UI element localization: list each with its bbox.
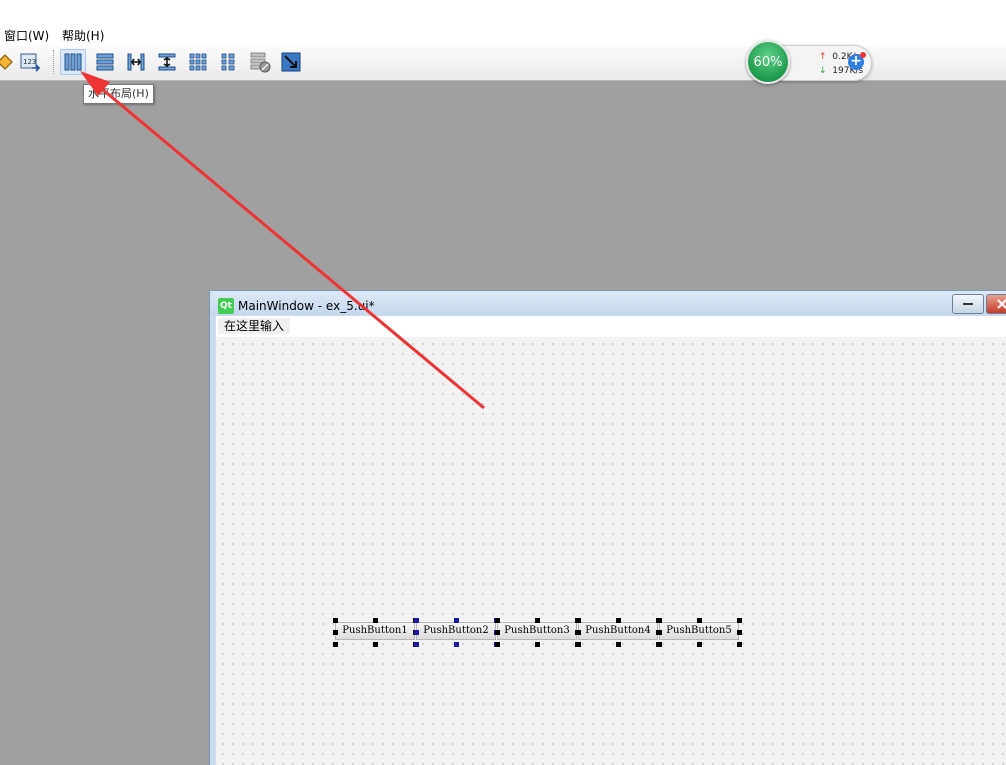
tooltip: 水平布局(H) — [83, 84, 154, 104]
layout-horizontal-splitter-icon[interactable] — [123, 49, 149, 75]
selection-handle[interactable] — [616, 618, 621, 623]
layout-vertical-splitter-icon[interactable] — [154, 49, 180, 75]
close-icon — [997, 299, 1006, 309]
toolbar-separator — [53, 50, 54, 74]
layout-horizontal-icon[interactable] — [60, 49, 86, 75]
tab-order-icon[interactable]: 123 — [17, 49, 43, 75]
selection-handle[interactable] — [697, 618, 702, 623]
selection-handle[interactable] — [414, 642, 419, 647]
selection-handle[interactable] — [576, 630, 581, 635]
selection-handle[interactable] — [495, 618, 500, 623]
layout-vertical-icon[interactable] — [92, 49, 118, 75]
push-button-4[interactable]: PushButton4 — [578, 622, 658, 640]
edit-buddies-icon[interactable] — [0, 49, 18, 75]
memory-percent-ball[interactable]: 60% — [746, 40, 790, 84]
selection-handle[interactable] — [576, 642, 581, 647]
layout-form-icon[interactable] — [215, 49, 241, 75]
selection-handle[interactable] — [535, 642, 540, 647]
menu-help[interactable]: 帮助(H) — [62, 27, 104, 44]
selection-handle[interactable] — [495, 630, 500, 635]
minimize-button[interactable] — [952, 294, 984, 314]
form-menubar: 在这里输入 — [216, 316, 1006, 337]
push-button-2[interactable]: PushButton2 — [416, 622, 496, 640]
svg-text:123: 123 — [23, 58, 36, 66]
selection-handle[interactable] — [616, 642, 621, 647]
close-button[interactable] — [986, 294, 1006, 314]
push-button-1[interactable]: PushButton1 — [335, 622, 415, 640]
qt-logo-icon: Qt — [218, 298, 234, 314]
form-title: MainWindow - ex_5.ui* — [238, 299, 375, 313]
selection-handle[interactable] — [737, 642, 742, 647]
up-arrow-icon: ↑ — [819, 52, 827, 62]
selection-handle[interactable] — [576, 618, 581, 623]
selection-handle[interactable] — [495, 642, 500, 647]
selection-handle[interactable] — [737, 618, 742, 623]
down-arrow-icon: ↓ — [819, 66, 827, 76]
menu-placeholder[interactable]: 在这里输入 — [218, 318, 291, 334]
form-window: Qt MainWindow - ex_5.ui* 在这里输入 PushButto… — [209, 290, 1006, 765]
selection-handle[interactable] — [657, 618, 662, 623]
selection-handle[interactable] — [373, 642, 378, 647]
selection-handle[interactable] — [535, 618, 540, 623]
selection-handle[interactable] — [657, 630, 662, 635]
layout-grid-icon[interactable] — [185, 49, 211, 75]
selection-handle[interactable] — [333, 618, 338, 623]
menu-window[interactable]: 窗口(W) — [4, 27, 49, 44]
selection-handle[interactable] — [697, 642, 702, 647]
selection-handle[interactable] — [454, 642, 459, 647]
accelerate-plus-icon[interactable]: + — [848, 52, 866, 70]
form-canvas[interactable]: PushButton1 PushButton2 PushButton3 PushBut… — [216, 337, 1006, 765]
selection-handle[interactable] — [373, 618, 378, 623]
selection-handle[interactable] — [333, 630, 338, 635]
selection-handle[interactable] — [454, 618, 459, 623]
push-button-5[interactable]: PushButton5 — [659, 622, 739, 640]
network-monitor-widget[interactable]: ↑ 0.2K/s ↓ 197K/s 60% + — [746, 40, 872, 84]
selection-handle[interactable] — [333, 642, 338, 647]
notification-dot — [860, 52, 866, 58]
push-button-3[interactable]: PushButton3 — [497, 622, 577, 640]
selection-handle[interactable] — [414, 618, 419, 623]
adjust-size-icon[interactable] — [278, 49, 304, 75]
minimize-icon — [963, 303, 973, 305]
selection-handle[interactable] — [657, 642, 662, 647]
break-layout-icon[interactable] — [247, 49, 273, 75]
selection-handle[interactable] — [414, 630, 419, 635]
selection-handle[interactable] — [737, 630, 742, 635]
form-titlebar[interactable]: Qt MainWindow - ex_5.ui* — [210, 291, 1006, 315]
